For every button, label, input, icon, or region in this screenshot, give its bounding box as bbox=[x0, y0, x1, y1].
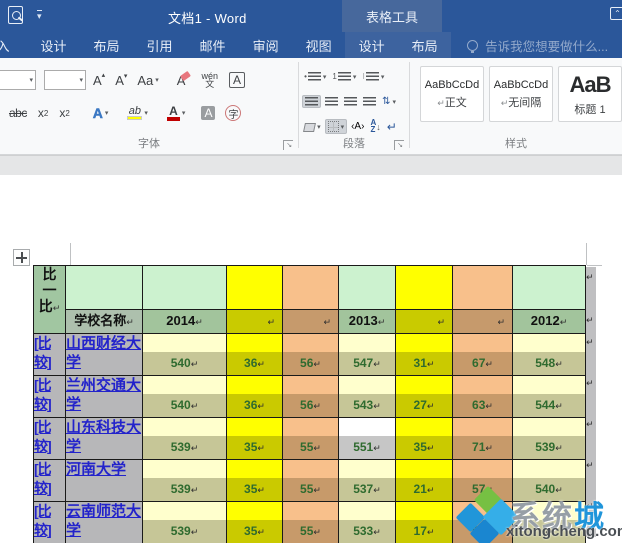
table-tools-tabs: 设计 布局 bbox=[345, 32, 452, 58]
font-color-button[interactable]: A ▾ bbox=[164, 104, 189, 123]
compare-link[interactable]: [比较] bbox=[33, 501, 66, 543]
table-row: [比较] 兰州交通大学 540↵ 36↵ 56↵ 543↵ 27↵ 63↵ 54… bbox=[33, 375, 586, 418]
align-center-button[interactable] bbox=[323, 96, 340, 107]
table-tools-header: 表格工具 bbox=[342, 0, 442, 32]
tab-layout[interactable]: 布局 bbox=[80, 32, 133, 58]
ribbon-display-options-icon[interactable]: ⌃ bbox=[610, 7, 622, 20]
table-header-row-top: 比 一 比↵ bbox=[33, 265, 586, 334]
font-dialog-launcher-icon[interactable]: ↘ bbox=[283, 140, 294, 150]
school-link[interactable]: 兰州交通大学 bbox=[65, 375, 143, 418]
paragraph-group: • ▾ 1 ▾ ⁝ ▾ ⇅ ▾ ▾ ▾ ‹A› A Z ↓ ↵ 段落 ↘ bbox=[299, 58, 409, 154]
paragraph-dialog-launcher-icon[interactable]: ↘ bbox=[394, 140, 405, 150]
tab-view[interactable]: 视图 bbox=[292, 32, 345, 58]
subscript-button[interactable]: x2 bbox=[35, 104, 51, 122]
borders-button[interactable]: ▾ bbox=[324, 119, 348, 134]
table-row: [比较] 河南大学 539↵ 35↵ 55↵ 537↵ 21↵ 57↵ 540↵ bbox=[33, 459, 586, 502]
margin-crop-mark bbox=[587, 265, 602, 266]
style-heading1[interactable]: AaB 标题 1 bbox=[558, 66, 622, 122]
table-row: [比较] 山西财经大学 540↵ 36↵ 56↵ 547↵ 31↵ 67↵ 54… bbox=[33, 333, 586, 376]
school-link[interactable]: 云南师范大学 bbox=[65, 501, 143, 543]
tab-table-layout[interactable]: 布局 bbox=[398, 32, 451, 58]
tab-review[interactable]: 审阅 bbox=[239, 32, 292, 58]
numbering-button[interactable]: 1 ▾ bbox=[330, 71, 358, 82]
asian-layout-button[interactable]: ‹A› bbox=[349, 120, 366, 133]
styles-group-label: 样式 bbox=[505, 138, 527, 150]
character-border-button[interactable]: A bbox=[228, 72, 245, 88]
paragraph-group-label: 段落 bbox=[343, 138, 366, 150]
corner-header-cell[interactable]: 比 一 比↵ bbox=[33, 265, 66, 334]
align-right-button[interactable] bbox=[342, 96, 359, 107]
tell-me-box[interactable]: 告诉我您想要做什么... bbox=[451, 32, 622, 58]
header-2013[interactable]: 2013↵ bbox=[338, 309, 396, 334]
qat-customize-icon[interactable]: ▾ bbox=[37, 10, 42, 21]
tab-table-design[interactable]: 设计 bbox=[345, 32, 398, 58]
justify-button[interactable] bbox=[361, 96, 378, 107]
header-school[interactable]: 学校名称↵ bbox=[65, 309, 143, 334]
quick-access-toolbar: ▾ bbox=[8, 6, 42, 24]
bullets-button[interactable]: • ▾ bbox=[302, 71, 328, 82]
multilevel-list-button[interactable]: ⁝ ▾ bbox=[360, 71, 386, 82]
shading-button[interactable]: ▾ bbox=[302, 121, 323, 132]
compare-link[interactable]: [比较] bbox=[33, 459, 66, 502]
sort-button[interactable]: A Z ↓ bbox=[368, 119, 382, 134]
tab-insert-clipped[interactable]: 插入 bbox=[0, 32, 27, 58]
school-link[interactable]: 山西财经大学 bbox=[65, 333, 143, 376]
margin-crop-mark bbox=[70, 243, 71, 265]
character-shading-button[interactable]: A bbox=[201, 106, 216, 120]
tab-references[interactable]: 引用 bbox=[133, 32, 186, 58]
enclose-characters-button[interactable]: 字 bbox=[225, 105, 242, 121]
title-bar: ▾ 文档1 - Word 表格工具 ⌃ bbox=[0, 0, 622, 32]
margin-crop-mark bbox=[586, 243, 587, 265]
show-marks-button[interactable]: ↵ bbox=[385, 119, 399, 135]
grow-font-button[interactable]: A bbox=[90, 71, 108, 90]
style-no-spacing[interactable]: AaBbCcDd ↵无间隔 bbox=[489, 66, 553, 122]
compare-link[interactable]: [比较] bbox=[33, 375, 66, 418]
row-end-marks-strip: ↵ ↵ ↵ ↵ ↵ ↵ ↵ bbox=[586, 267, 596, 537]
text-highlight-button[interactable]: ab ▾ bbox=[124, 104, 151, 122]
table-row: [比较] 山东科技大学 539↵ 35↵ 55↵ 551↵ 35↵ 71↵ 53… bbox=[33, 417, 586, 460]
window-title: 文档1 - Word bbox=[168, 11, 247, 26]
print-preview-icon[interactable] bbox=[8, 6, 23, 24]
ruler-area bbox=[0, 155, 622, 175]
unfilled-cell[interactable]: 551↵ bbox=[338, 417, 396, 460]
comparison-table: 比 一 比↵ 学校名称↵ 2014↵ ↵ ↵ 2013↵ ↵ ↵ 2012↵ [… bbox=[33, 265, 586, 543]
compare-link[interactable]: [比较] bbox=[33, 333, 66, 376]
superscript-button[interactable]: x2 bbox=[56, 104, 72, 122]
change-case-button[interactable]: Aa ▾ bbox=[134, 71, 161, 90]
font-group-label: 字体 bbox=[138, 138, 161, 150]
header-2014[interactable]: 2014↵ bbox=[142, 309, 227, 334]
font-group: ▾ ▾ A A Aa▾ A wén文 A abc x2 x2 A▾ ab▾ A▾… bbox=[0, 58, 298, 154]
word-window: ▾ 文档1 - Word 表格工具 ⌃ 插入 设计 布局 引用 邮件 审阅 视图… bbox=[0, 0, 622, 543]
styles-group: AaBbCcDd ↵正文 AaBbCcDd ↵无间隔 AaB 标题 1 样式 bbox=[410, 58, 622, 154]
compare-link[interactable]: [比较] bbox=[33, 417, 66, 460]
school-link[interactable]: 河南大学 bbox=[65, 459, 143, 502]
lightbulb-icon bbox=[467, 39, 479, 53]
ribbon-tab-bar: 插入 设计 布局 引用 邮件 审阅 视图 设计 布局 告诉我您想要做什么... bbox=[0, 32, 622, 58]
strikethrough-button[interactable]: abc bbox=[6, 104, 30, 122]
line-spacing-button[interactable]: ⇅ ▾ bbox=[380, 95, 398, 108]
align-left-button[interactable] bbox=[302, 95, 322, 108]
tab-design[interactable]: 设计 bbox=[27, 32, 80, 58]
school-link[interactable]: 山东科技大学 bbox=[65, 417, 143, 460]
text-effects-button[interactable]: A ▾ bbox=[90, 103, 112, 123]
clear-formatting-button[interactable]: A bbox=[174, 71, 189, 90]
table-move-handle[interactable] bbox=[13, 249, 30, 266]
tell-me-placeholder: 告诉我您想要做什么... bbox=[485, 39, 609, 54]
style-normal[interactable]: AaBbCcDd ↵正文 bbox=[420, 66, 484, 122]
font-size-combo[interactable]: ▾ bbox=[44, 70, 86, 90]
ribbon: ▾ ▾ A A Aa▾ A wén文 A abc x2 x2 A▾ ab▾ A▾… bbox=[0, 58, 622, 155]
header-2012[interactable]: 2012↵ bbox=[512, 309, 586, 334]
font-name-combo[interactable]: ▾ bbox=[0, 70, 36, 90]
table-header-row-labels: 学校名称↵ 2014↵ ↵ ↵ 2013↵ ↵ ↵ 2012↵ bbox=[34, 309, 586, 334]
phonetic-guide-button[interactable]: wén 文 bbox=[198, 70, 221, 90]
shrink-font-button[interactable]: A bbox=[112, 71, 130, 90]
table-row: [比较] 云南师范大学 539↵ 35↵ 55↵ 533↵ 17↵ 53↵ ↵ bbox=[33, 501, 586, 543]
tab-mailings[interactable]: 邮件 bbox=[186, 32, 239, 58]
